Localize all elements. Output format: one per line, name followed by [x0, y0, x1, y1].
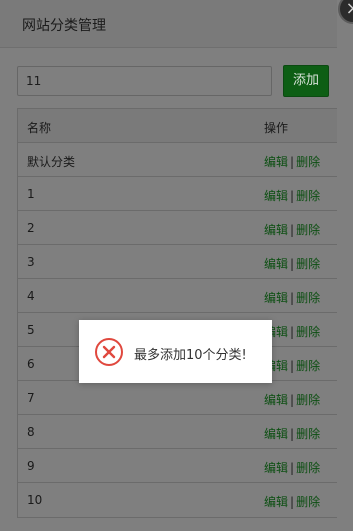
delete-link[interactable]: 删除	[296, 393, 320, 407]
category-name: 5	[27, 323, 35, 337]
dialog-header: 网站分类管理	[0, 0, 337, 48]
edit-link[interactable]: 编辑	[264, 223, 288, 237]
edit-link[interactable]: 编辑	[264, 461, 288, 475]
action-separator: |	[290, 393, 295, 407]
column-header-name: 名称	[27, 121, 52, 135]
row-actions: 编辑 | 删除	[264, 187, 320, 204]
table-row: 10 编辑 | 删除	[18, 483, 337, 517]
category-name: 6	[27, 357, 35, 371]
row-actions: 编辑 | 删除	[264, 425, 320, 442]
table-header-row: 名称 操作	[18, 109, 337, 143]
action-separator: |	[290, 495, 295, 509]
table-row: 4 编辑 | 删除	[18, 279, 337, 313]
toast-message: 最多添加10个分类!	[134, 348, 247, 363]
row-actions: 编辑 | 删除	[264, 255, 320, 272]
close-icon[interactable]: ×	[338, 0, 353, 24]
edit-link[interactable]: 编辑	[264, 495, 288, 509]
edit-link[interactable]: 编辑	[264, 155, 288, 169]
category-name: 9	[27, 459, 35, 473]
category-name: 7	[27, 391, 35, 405]
category-name: 1	[27, 187, 35, 201]
edit-link[interactable]: 编辑	[264, 189, 288, 203]
delete-link[interactable]: 删除	[296, 461, 320, 475]
dialog-title: 网站分类管理	[22, 18, 106, 34]
row-actions: 编辑 | 删除	[264, 153, 320, 170]
table-row: 3 编辑 | 删除	[18, 245, 337, 279]
action-separator: |	[290, 223, 295, 237]
table-row: 默认分类 编辑 | 删除	[18, 143, 337, 177]
delete-link[interactable]: 删除	[296, 325, 320, 339]
category-table: 名称 操作 默认分类 编辑 | 删除 1 编辑 | 删除 2 编辑 | 删除 3 编辑 | 删除 4 编辑 | 删除 5…	[17, 108, 337, 518]
row-actions: 编辑 | 删除	[264, 391, 320, 408]
column-header-ops: 操作	[264, 121, 289, 135]
delete-link[interactable]: 删除	[296, 495, 320, 509]
category-name: 8	[27, 425, 35, 439]
delete-link[interactable]: 删除	[296, 427, 320, 441]
category-name-input[interactable]: 11	[17, 66, 272, 96]
table-row: 9 编辑 | 删除	[18, 449, 337, 483]
error-circle-icon	[95, 338, 123, 366]
category-name: 2	[27, 221, 35, 235]
table-row: 7 编辑 | 删除	[18, 381, 337, 415]
delete-link[interactable]: 删除	[296, 291, 320, 305]
row-actions: 编辑 | 删除	[264, 221, 320, 238]
delete-link[interactable]: 删除	[296, 223, 320, 237]
action-separator: |	[290, 325, 295, 339]
category-name: 4	[27, 289, 35, 303]
edit-link[interactable]: 编辑	[264, 291, 288, 305]
row-actions: 编辑 | 删除	[264, 459, 320, 476]
action-separator: |	[290, 427, 295, 441]
delete-link[interactable]: 删除	[296, 257, 320, 271]
row-actions: 编辑 | 删除	[264, 323, 320, 340]
row-actions: 编辑 | 删除	[264, 493, 320, 510]
row-actions: 编辑 | 删除	[264, 289, 320, 306]
action-separator: |	[290, 189, 295, 203]
category-name: 默认分类	[27, 155, 76, 169]
edit-link[interactable]: 编辑	[264, 257, 288, 271]
category-manager-dialog: 网站分类管理 11 添加 名称 操作 默认分类 编辑 | 删除 1 编辑 | 删除 2 编辑 | 删除…	[0, 0, 337, 531]
row-actions: 编辑 | 删除	[264, 357, 320, 374]
delete-link[interactable]: 删除	[296, 155, 320, 169]
error-toast: 最多添加10个分类!	[79, 320, 272, 383]
table-row: 1 编辑 | 删除	[18, 177, 337, 211]
edit-link[interactable]: 编辑	[264, 427, 288, 441]
table-row: 8 编辑 | 删除	[18, 415, 337, 449]
table-row: 2 编辑 | 删除	[18, 211, 337, 245]
action-separator: |	[290, 359, 295, 373]
category-name: 10	[27, 493, 43, 507]
dialog-body: 11 添加 名称 操作 默认分类 编辑 | 删除 1 编辑 | 删除 2 编辑 | 删除 3 编辑 | 删除 4…	[0, 48, 337, 531]
action-separator: |	[290, 461, 295, 475]
delete-link[interactable]: 删除	[296, 359, 320, 373]
category-name: 3	[27, 255, 35, 269]
action-separator: |	[290, 291, 295, 305]
edit-link[interactable]: 编辑	[264, 393, 288, 407]
add-button[interactable]: 添加	[283, 65, 329, 97]
delete-link[interactable]: 删除	[296, 189, 320, 203]
action-separator: |	[290, 257, 295, 271]
action-separator: |	[290, 155, 295, 169]
